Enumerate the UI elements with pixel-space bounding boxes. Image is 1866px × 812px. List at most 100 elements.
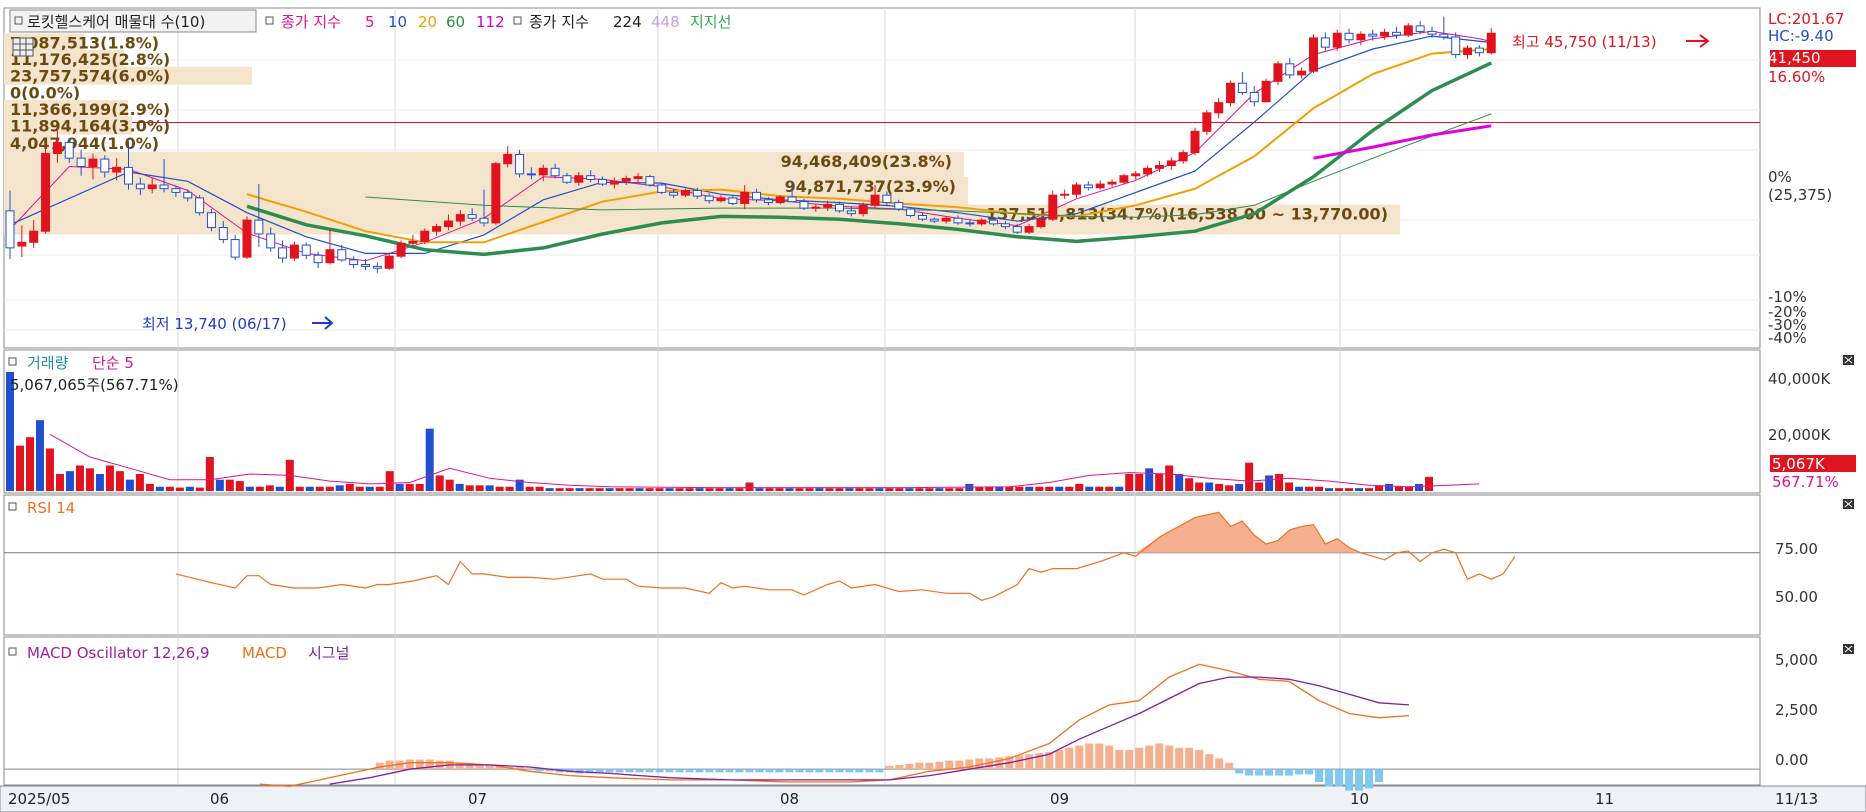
- macd-osc-bar: [705, 769, 714, 773]
- candle-body: [645, 176, 655, 186]
- profile-label-7: 94,468,409(23.8%): [781, 152, 952, 171]
- high-note: 최고 45,750 (11/13): [1512, 33, 1657, 51]
- macd-osc-bar: [435, 760, 444, 770]
- volume-bar: [695, 488, 704, 491]
- macd-legend-line: MACD: [242, 644, 287, 662]
- macd-osc-bar: [725, 769, 734, 773]
- candle-body: [1083, 184, 1093, 189]
- volume-bar: [1165, 465, 1174, 491]
- candle-body: [443, 220, 453, 228]
- macd-osc-bar: [805, 769, 814, 773]
- volume-bar: [1075, 483, 1084, 491]
- profile-label-8: 94,871,737(23.9%): [785, 177, 956, 196]
- candle-body: [1143, 167, 1153, 175]
- macd-osc-bar: [875, 769, 884, 773]
- candle-body: [254, 219, 264, 235]
- candle-body: [1474, 47, 1484, 54]
- macd-osc-bar: [1085, 743, 1094, 770]
- volume-bar: [835, 488, 844, 491]
- volume-bar: [575, 488, 584, 491]
- volume-bar: [715, 488, 724, 491]
- candle-body: [1285, 63, 1295, 76]
- volume-bar: [1115, 486, 1124, 491]
- macd-osc-bar: [1075, 745, 1084, 770]
- candle-body: [1344, 32, 1354, 41]
- macd-osc-bar: [765, 769, 774, 773]
- candle-body: [1178, 152, 1188, 162]
- volume-bar: [345, 483, 354, 491]
- volume-bar: [165, 486, 174, 491]
- candle-body: [1000, 223, 1010, 228]
- volume-bar: [85, 468, 94, 491]
- volume-bar: [105, 465, 114, 491]
- candle-body: [1214, 102, 1224, 114]
- macd-osc-bar: [1015, 755, 1024, 770]
- candle-body: [1332, 32, 1342, 48]
- macd-osc-bar: [1065, 747, 1074, 770]
- volume-bar: [1295, 486, 1304, 491]
- rsi-panel[interactable]: [3, 494, 1761, 636]
- volume-bar: [565, 488, 574, 491]
- candle-body: [633, 176, 643, 179]
- candle-body: [384, 255, 394, 269]
- rsi-tick-label: 75.00: [1775, 540, 1818, 558]
- macd-osc-bar: [775, 769, 784, 773]
- volume-bar: [1285, 482, 1294, 491]
- volume-bar: [1425, 476, 1433, 491]
- macd-osc-bar: [1115, 749, 1124, 770]
- legend-ma60: 60: [446, 13, 465, 31]
- candle-body: [206, 212, 216, 229]
- candle-body: [76, 157, 86, 167]
- macd-tick-label: 5,000: [1775, 651, 1818, 669]
- candle-body: [846, 210, 856, 215]
- candle-body: [835, 203, 844, 212]
- volume-panel[interactable]: [3, 349, 1761, 494]
- price-right-label: HC:-9.40: [1768, 27, 1834, 45]
- volume-bar: [1225, 485, 1234, 491]
- volume-close-icon[interactable]: [1843, 355, 1854, 365]
- candle-body: [621, 178, 631, 182]
- candle-body: [313, 254, 323, 264]
- stock-chart: 7,087,513(1.8%)11,176,425(2.8%)23,757,57…: [0, 0, 1866, 812]
- grid-settings-icon[interactable]: [12, 37, 34, 57]
- candle-body: [965, 222, 975, 225]
- legend-ma5: 5: [365, 13, 375, 31]
- volume-bar: [265, 485, 274, 491]
- macd-osc-bar: [1135, 747, 1144, 770]
- candle-body: [562, 175, 572, 183]
- macd-osc-bar: [795, 769, 804, 773]
- volume-bar: [1105, 486, 1114, 491]
- x-tick-label: 08: [780, 790, 799, 808]
- volume-bar: [295, 486, 304, 491]
- volume-bar: [135, 474, 144, 491]
- volume-summary: 5,067,065주(567.71%): [10, 376, 179, 394]
- candle-body: [1226, 82, 1236, 104]
- candle-body: [1261, 80, 1271, 103]
- candle-body: [728, 197, 738, 204]
- candle-body: [301, 244, 311, 256]
- volume-bar: [885, 488, 894, 491]
- candle-body: [112, 166, 122, 173]
- volume-bar: [375, 486, 384, 491]
- candle-body: [230, 239, 240, 258]
- volume-bar: [795, 488, 804, 491]
- volume-bar: [505, 486, 514, 491]
- macd-osc-bar: [885, 765, 894, 770]
- volume-bar: [1045, 486, 1054, 491]
- volume-bar: [585, 488, 594, 491]
- x-axis-bar: [0, 785, 1866, 812]
- candle-body: [1356, 33, 1366, 41]
- candle-body: [455, 214, 465, 222]
- macd-osc-bar: [1355, 769, 1364, 791]
- legend-ma112: 112: [476, 13, 505, 31]
- volume-bar: [1355, 488, 1364, 491]
- volume-bar: [1025, 486, 1034, 491]
- macd-osc-bar: [655, 769, 664, 773]
- macd-close-icon[interactable]: [1843, 644, 1854, 654]
- volume-bar: [485, 485, 494, 491]
- rsi-close-icon[interactable]: [1843, 499, 1854, 509]
- volume-bar: [65, 471, 74, 491]
- volume-bar: [395, 483, 404, 491]
- volume-bar: [655, 488, 664, 491]
- volume-bar: [1415, 483, 1424, 491]
